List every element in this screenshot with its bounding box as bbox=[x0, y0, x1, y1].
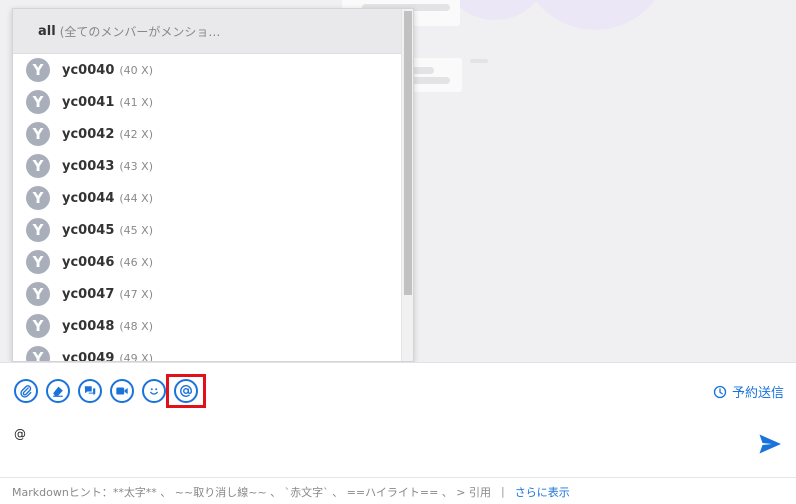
member-name: yc0048 bbox=[62, 318, 115, 334]
avatar: Y bbox=[26, 154, 50, 178]
mention-dropdown: all (全てのメンバーがメンショ… Y yc0040 (40 X) Y yc0… bbox=[12, 8, 414, 362]
mention-item[interactable]: Y yc0045 (45 X) bbox=[13, 214, 401, 246]
mention-item[interactable]: Y yc0048 (48 X) bbox=[13, 310, 401, 342]
avatar: Y bbox=[26, 218, 50, 242]
member-count: (41 X) bbox=[119, 95, 153, 109]
member-count: (47 X) bbox=[119, 287, 153, 301]
emoji-button[interactable] bbox=[142, 379, 166, 403]
avatar: Y bbox=[26, 314, 50, 338]
member-count: (44 X) bbox=[119, 191, 153, 205]
mention-item[interactable]: Y yc0041 (41 X) bbox=[13, 86, 401, 118]
decorative-circle bbox=[520, 0, 670, 30]
schedule-send-label: 予約送信 bbox=[731, 386, 784, 401]
member-name: yc0046 bbox=[62, 254, 115, 270]
mention-item[interactable]: Y yc0049 (49 X) bbox=[13, 342, 401, 361]
chat-bubbles-icon bbox=[84, 386, 96, 396]
message-placeholder-line bbox=[470, 59, 488, 63]
mention-list: all (全てのメンバーがメンショ… Y yc0040 (40 X) Y yc0… bbox=[13, 9, 401, 361]
avatar: Y bbox=[26, 58, 50, 82]
markdown-hint-prefix: Markdownヒント： bbox=[12, 485, 113, 499]
attach-button[interactable] bbox=[14, 379, 38, 403]
avatar: Y bbox=[26, 346, 50, 361]
clock-icon bbox=[713, 385, 727, 398]
member-count: (45 X) bbox=[119, 223, 153, 237]
member-name: yc0049 bbox=[62, 350, 115, 362]
member-name: yc0044 bbox=[62, 190, 115, 206]
mention-all-description: (全てのメンバーがメンショ… bbox=[59, 24, 221, 39]
member-name: yc0045 bbox=[62, 222, 115, 238]
member-name: yc0041 bbox=[62, 94, 115, 110]
send-icon[interactable] bbox=[758, 433, 782, 455]
paperclip-icon bbox=[20, 385, 32, 398]
mention-item[interactable]: Y yc0046 (46 X) bbox=[13, 246, 401, 278]
member-count: (40 X) bbox=[119, 63, 153, 77]
avatar: Y bbox=[26, 282, 50, 306]
hint-separator: | bbox=[501, 485, 505, 498]
mention-all-name: all bbox=[38, 23, 56, 39]
member-name: yc0043 bbox=[62, 158, 115, 174]
at-sign-icon bbox=[180, 385, 192, 397]
member-count: (46 X) bbox=[119, 255, 153, 269]
member-count: (48 X) bbox=[119, 319, 153, 333]
markdown-hint-items: **太字** 、 ~~取り消し線~~ 、 `赤文字` 、 ==ハイライト== 、… bbox=[112, 485, 492, 499]
avatar: Y bbox=[26, 90, 50, 114]
schedule-send-button[interactable]: 予約送信 bbox=[713, 382, 784, 401]
mention-item[interactable]: Y yc0043 (43 X) bbox=[13, 150, 401, 182]
mention-item[interactable]: Y yc0047 (47 X) bbox=[13, 278, 401, 310]
avatar: Y bbox=[26, 250, 50, 274]
video-button[interactable] bbox=[110, 379, 134, 403]
member-count: (43 X) bbox=[119, 159, 153, 173]
message-composer: 予約送信 @ Markdownヒント： **太字** 、 ~~取り消し線~~ 、… bbox=[0, 362, 796, 504]
eraser-button[interactable] bbox=[46, 379, 70, 403]
mention-item[interactable]: Y yc0040 (40 X) bbox=[13, 54, 401, 86]
markdown-hint: Markdownヒント： **太字** 、 ~~取り消し線~~ 、 `赤文字` … bbox=[0, 477, 796, 504]
message-input[interactable]: @ bbox=[14, 427, 26, 441]
mention-button[interactable] bbox=[174, 379, 198, 403]
member-count: (42 X) bbox=[119, 127, 153, 141]
member-name: yc0040 bbox=[62, 62, 115, 78]
mention-item[interactable]: Y yc0044 (44 X) bbox=[13, 182, 401, 214]
mention-item-all[interactable]: all (全てのメンバーがメンショ… bbox=[13, 9, 401, 54]
smiley-icon bbox=[150, 388, 158, 395]
member-name: yc0042 bbox=[62, 126, 115, 142]
avatar: Y bbox=[26, 122, 50, 146]
chat-button[interactable] bbox=[78, 379, 102, 403]
avatar: Y bbox=[26, 186, 50, 210]
mention-button-highlight bbox=[166, 374, 206, 408]
scrollbar-thumb[interactable] bbox=[404, 11, 412, 295]
show-more-link[interactable]: さらに表示 bbox=[515, 484, 570, 500]
video-camera-icon bbox=[116, 387, 128, 395]
mention-item[interactable]: Y yc0042 (42 X) bbox=[13, 118, 401, 150]
composer-toolbar bbox=[14, 374, 206, 408]
mention-scrollbar[interactable] bbox=[401, 9, 413, 361]
member-name: yc0047 bbox=[62, 286, 115, 302]
member-count: (49 X) bbox=[119, 351, 153, 362]
eraser-icon bbox=[53, 386, 63, 397]
